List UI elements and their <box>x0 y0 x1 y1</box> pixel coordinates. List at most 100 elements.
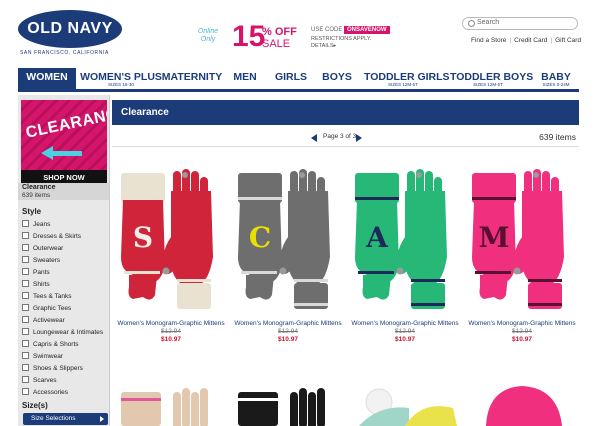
nav-item-womens-plus[interactable]: WOMEN'S PLUS SIZES 16-30 <box>79 68 163 89</box>
site-header: OLD NAVY SAN FRANCISCO, CALIFORNIA Onlin… <box>0 0 605 68</box>
facet-label: Graphic Tees <box>33 305 72 312</box>
product-card[interactable]: M Women's Monogram-Graphic Mittens $12.94 $… <box>466 167 578 351</box>
facet-checkbox[interactable] <box>22 267 29 275</box>
promo-code-label: USE CODE <box>311 27 343 33</box>
style-facet-item[interactable]: Outerwear <box>22 243 110 256</box>
product-image[interactable]: M <box>466 167 578 317</box>
style-facet-item[interactable]: Shoes & Slippers <box>22 363 110 376</box>
facet-label: Dresses & Skirts <box>33 233 82 240</box>
product-image[interactable] <box>466 382 578 426</box>
nav-item-label: GIRLS <box>274 71 308 83</box>
nav-item-baby[interactable]: BABY SIZES 0-24M <box>536 68 576 89</box>
product-card-partial[interactable] <box>115 382 227 426</box>
promo-online-only: Online Only <box>197 28 219 43</box>
clearance-banner[interactable]: CLEARANCE SHOP NOW <box>21 100 107 185</box>
product-name[interactable]: Women's Monogram-Graphic Mittens <box>232 320 344 327</box>
product-card-partial[interactable] <box>349 382 461 426</box>
product-name[interactable]: Women's Monogram-Graphic Mittens <box>115 320 227 327</box>
facet-label: Jeans <box>33 221 51 228</box>
facet-checkbox[interactable] <box>22 231 29 239</box>
gift-card-link[interactable]: Gift Card <box>555 37 581 44</box>
facet-checkbox[interactable] <box>22 219 29 227</box>
facet-checkbox[interactable] <box>22 315 29 323</box>
style-facet-item[interactable]: Dresses & Skirts <box>22 231 110 244</box>
style-facet-item[interactable]: Scarves <box>22 375 110 388</box>
style-facet-item[interactable]: Shirts <box>22 279 110 292</box>
product-image[interactable]: S <box>115 167 227 317</box>
facet-checkbox[interactable] <box>22 375 29 383</box>
facet-checkbox[interactable] <box>22 363 29 371</box>
style-facet-item[interactable]: Sweaters <box>22 255 110 268</box>
facet-checkbox[interactable] <box>22 279 29 287</box>
search-icon[interactable] <box>468 20 475 27</box>
facet-label: Activewear <box>33 317 65 324</box>
facet-label: Outerwear <box>33 245 64 252</box>
product-name[interactable]: Women's Monogram-Graphic Mittens <box>466 320 578 327</box>
utility-links: Find a Store | Credit Card | Gift Card <box>471 37 581 44</box>
facet-label: Loungewear & Intimates <box>33 329 104 336</box>
product-card[interactable]: S Women's Monogram-Graphic Mittens $12.94 $… <box>115 167 227 351</box>
facet-checkbox[interactable] <box>22 339 29 347</box>
facet-label: Pants <box>33 269 50 276</box>
nav-item-label: BOYS <box>322 71 352 83</box>
promo-percent-number[interactable]: 15 <box>232 22 265 52</box>
product-image[interactable] <box>115 382 227 426</box>
facet-checkbox[interactable] <box>22 291 29 299</box>
product-card-partial[interactable] <box>466 382 578 426</box>
prev-page-arrow-icon[interactable] <box>311 134 317 142</box>
nav-item-women[interactable]: WOMEN <box>18 68 76 89</box>
pagination-text: Page 3 of 3 <box>323 133 357 140</box>
link-separator: | <box>550 37 553 44</box>
product-image[interactable] <box>349 382 461 426</box>
page-title: Clearance <box>112 100 579 125</box>
product-letter: M <box>479 221 510 254</box>
facet-checkbox[interactable] <box>22 303 29 311</box>
product-card[interactable]: C Women's Monogram-Graphic Mittens $12.94 $… <box>232 167 344 351</box>
nav-item-toddler-girls[interactable]: TODDLER GIRLS SIZES 12M-5T <box>364 68 450 89</box>
facet-label: Accessories <box>33 389 69 396</box>
facet-checkbox[interactable] <box>22 327 29 335</box>
next-page-arrow-icon[interactable] <box>356 134 362 142</box>
style-facet-item[interactable]: Capris & Shorts <box>22 339 110 352</box>
category-name: Clearance <box>22 184 56 191</box>
category-count: 639 items <box>22 192 51 199</box>
search-input[interactable]: Search <box>462 17 578 30</box>
style-facet-item[interactable]: Accessories <box>22 387 110 400</box>
item-count: 639 items <box>539 132 576 142</box>
size-facet-title: Size(s) <box>22 401 48 410</box>
old-navy-logo[interactable]: OLD NAVY <box>18 10 122 48</box>
nav-item-maternity[interactable]: MATERNITY <box>161 68 223 89</box>
style-facet-item[interactable]: Pants <box>22 267 110 280</box>
promo-details-link[interactable]: DETAILS▸ <box>311 43 371 50</box>
style-facet-item[interactable]: Swimwear <box>22 351 110 364</box>
nav-item-girls[interactable]: GIRLS <box>273 68 309 89</box>
style-facet-item[interactable]: Jeans <box>22 219 110 232</box>
current-category: Clearance 639 items <box>18 183 109 200</box>
facet-checkbox[interactable] <box>22 255 29 263</box>
credit-card-link[interactable]: Credit Card <box>514 37 547 44</box>
product-image[interactable] <box>232 382 344 426</box>
facet-label: Tees & Tanks <box>33 293 72 300</box>
nav-item-sub: SIZES 0-24M <box>542 82 570 87</box>
nav-item-men[interactable]: MEN <box>230 68 260 89</box>
product-card-partial[interactable] <box>232 382 344 426</box>
style-facet-item[interactable]: Graphic Tees <box>22 303 110 316</box>
facet-checkbox[interactable] <box>22 387 29 395</box>
facet-checkbox[interactable] <box>22 351 29 359</box>
style-facet-item[interactable]: Loungewear & Intimates <box>22 327 110 340</box>
product-image[interactable]: A <box>349 167 461 317</box>
nav-item-toddler-boys[interactable]: TODDLER BOYS SIZES 12M-5T <box>450 68 533 89</box>
style-facet-item[interactable]: Tees & Tanks <box>22 291 110 304</box>
facet-label: Swimwear <box>33 353 63 360</box>
product-image[interactable]: C <box>232 167 344 317</box>
product-name[interactable]: Women's Monogram-Graphic Mittens <box>349 320 461 327</box>
nav-item-boys[interactable]: BOYS <box>321 68 353 89</box>
nav-item-label: WOMEN <box>26 71 68 83</box>
style-facet-item[interactable]: Activewear <box>22 315 110 328</box>
style-facet-list: Jeans Dresses & Skirts Outerwear Sweaters Pa… <box>22 219 110 400</box>
facet-checkbox[interactable] <box>22 243 29 251</box>
size-selections-button[interactable]: Size Selections <box>23 413 108 425</box>
style-facet-title: Style <box>22 207 42 216</box>
find-store-link[interactable]: Find a Store <box>471 37 506 44</box>
product-card[interactable]: A Women's Monogram-Graphic Mittens $12.94 $… <box>349 167 461 351</box>
